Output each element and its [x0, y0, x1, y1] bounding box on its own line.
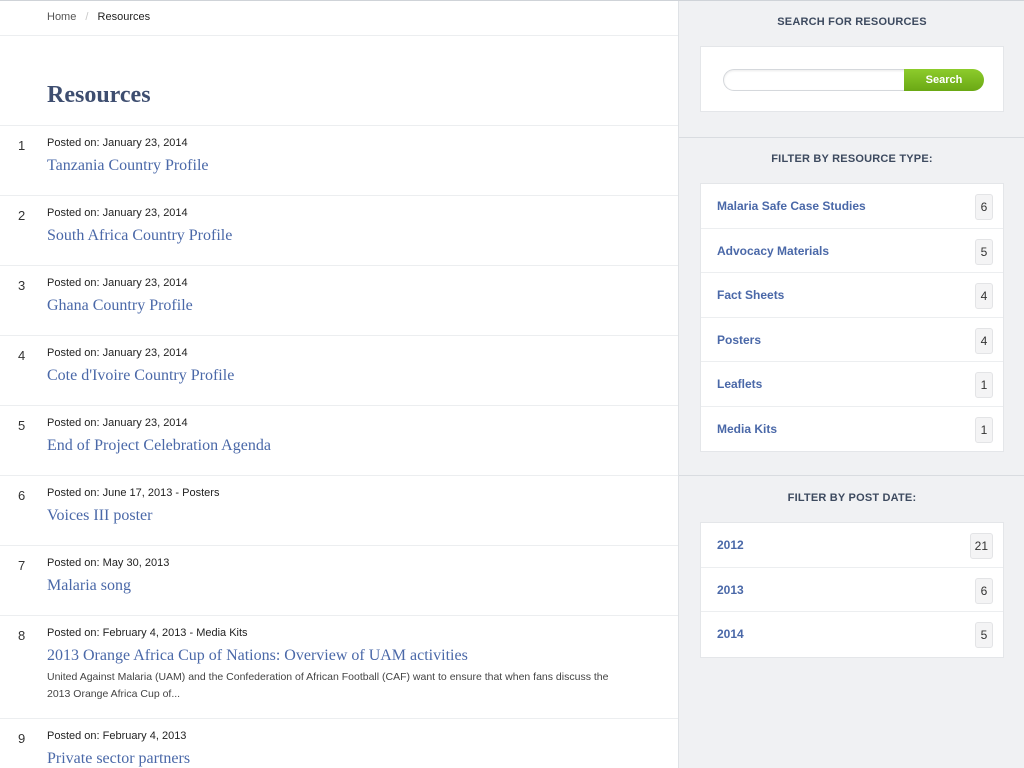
filter-count-badge: 4 [975, 327, 993, 354]
filter-label[interactable]: Leaflets [717, 377, 762, 391]
filter-item-2014[interactable]: 2014 5 [701, 612, 1003, 657]
resource-number: 3 [18, 278, 26, 293]
resource-title-link[interactable]: Ghana Country Profile [47, 297, 193, 315]
resource-item: 9 Posted on: February 4, 2013 Private se… [0, 719, 678, 768]
search-box: Search [700, 46, 1004, 112]
resource-item: 8 Posted on: February 4, 2013 - Media Ki… [0, 616, 678, 719]
sidebar: SEARCH FOR RESOURCES Search FILTER BY RE… [678, 1, 1024, 768]
page-title: Resources [0, 36, 678, 126]
resource-title-link[interactable]: South Africa Country Profile [47, 227, 232, 245]
filter-count-badge: 1 [975, 416, 993, 443]
resource-item: 5 Posted on: January 23, 2014 End of Pro… [0, 406, 678, 476]
post-date-filter: FILTER BY POST DATE: 2012 21 2013 6 2014… [679, 476, 1024, 768]
filter-label[interactable]: Media Kits [717, 422, 777, 436]
resource-meta: Posted on: February 4, 2013 [47, 730, 187, 742]
resource-number: 8 [18, 628, 26, 643]
resource-meta: Posted on: January 23, 2014 [47, 207, 188, 219]
filter-item-media-kits[interactable]: Media Kits 1 [701, 407, 1003, 452]
resource-meta: Posted on: May 30, 2013 [47, 557, 170, 569]
filter-item-advocacy-materials[interactable]: Advocacy Materials 5 [701, 229, 1003, 273]
resource-number: 7 [18, 558, 26, 573]
search-button[interactable]: Search [904, 69, 984, 91]
filter-label[interactable]: Malaria Safe Case Studies [717, 199, 866, 213]
filter-count-badge: 6 [975, 194, 993, 220]
filter-item-posters[interactable]: Posters 4 [701, 318, 1003, 362]
breadcrumb-home-link[interactable]: Home [47, 11, 76, 23]
resource-item: 2 Posted on: January 23, 2014 South Afri… [0, 196, 678, 266]
filter-label[interactable]: Advocacy Materials [717, 244, 829, 258]
filter-label[interactable]: Fact Sheets [717, 288, 784, 302]
resource-item: 4 Posted on: January 23, 2014 Cote d'Ivo… [0, 336, 678, 406]
resource-type-filter: FILTER BY RESOURCE TYPE: Malaria Safe Ca… [679, 138, 1024, 475]
resource-number: 5 [18, 418, 26, 433]
breadcrumb-separator: / [85, 11, 89, 23]
resource-title-link[interactable]: Malaria song [47, 577, 131, 595]
search-section: SEARCH FOR RESOURCES Search [679, 1, 1024, 137]
filter-count-badge: 1 [975, 372, 993, 398]
filter-label[interactable]: Posters [717, 333, 761, 347]
filter-count-badge: 6 [975, 577, 993, 604]
resource-type-list: Malaria Safe Case Studies 6 Advocacy Mat… [700, 183, 1004, 452]
resource-meta: Posted on: January 23, 2014 [47, 137, 188, 149]
search-heading: SEARCH FOR RESOURCES [777, 16, 927, 28]
filter-label[interactable]: 2012 [717, 538, 744, 552]
resource-meta: Posted on: June 17, 2013 - Posters [47, 487, 220, 499]
resource-meta: Posted on: January 23, 2014 [47, 417, 188, 429]
resource-item: 7 Posted on: May 30, 2013 Malaria song [0, 546, 678, 616]
filter-item-2013[interactable]: 2013 6 [701, 568, 1003, 612]
filter-count-badge: 4 [975, 283, 993, 309]
filter-count-badge: 21 [969, 533, 993, 559]
post-date-heading: FILTER BY POST DATE: [787, 492, 917, 504]
filter-label[interactable]: 2014 [717, 627, 744, 641]
resource-number: 2 [18, 208, 26, 223]
resource-meta: Posted on: February 4, 2013 - Media Kits [47, 627, 248, 639]
filter-label[interactable]: 2013 [717, 583, 744, 597]
breadcrumb: Home / Resources [0, 1, 678, 36]
resource-item: 1 Posted on: January 23, 2014 Tanzania C… [0, 126, 678, 196]
breadcrumb-current: Resources [97, 11, 151, 23]
filter-count-badge: 5 [975, 622, 993, 648]
resource-number: 4 [18, 348, 26, 363]
resource-number: 1 [18, 138, 26, 153]
resource-number: 6 [18, 488, 26, 503]
search-input[interactable] [723, 69, 913, 91]
resource-item: 6 Posted on: June 17, 2013 - Posters Voi… [0, 476, 678, 546]
resource-list: 1 Posted on: January 23, 2014 Tanzania C… [0, 126, 678, 768]
resource-title-link[interactable]: End of Project Celebration Agenda [47, 437, 271, 455]
resource-item: 3 Posted on: January 23, 2014 Ghana Coun… [0, 266, 678, 336]
resource-title-link[interactable]: Cote d'Ivoire Country Profile [47, 367, 234, 385]
filter-item-malaria-safe-case-studies[interactable]: Malaria Safe Case Studies 6 [701, 184, 1003, 229]
post-date-list: 2012 21 2013 6 2014 5 [700, 522, 1004, 658]
resource-number: 9 [18, 731, 26, 746]
filter-item-leaflets[interactable]: Leaflets 1 [701, 362, 1003, 407]
filter-item-fact-sheets[interactable]: Fact Sheets 4 [701, 273, 1003, 318]
resource-type-heading: FILTER BY RESOURCE TYPE: [771, 153, 933, 165]
resource-title-link[interactable]: Private sector partners [47, 750, 190, 768]
main-content: Home / Resources Resources 1 Posted on: … [0, 1, 678, 768]
resource-meta: Posted on: January 23, 2014 [47, 277, 188, 289]
resource-excerpt: United Against Malaria (UAM) and the Con… [47, 671, 609, 700]
filter-item-2012[interactable]: 2012 21 [701, 523, 1003, 568]
filter-count-badge: 5 [975, 238, 993, 265]
resource-title-link[interactable]: Tanzania Country Profile [47, 157, 209, 175]
resource-meta: Posted on: January 23, 2014 [47, 347, 188, 359]
resource-title-link[interactable]: 2013 Orange Africa Cup of Nations: Overv… [47, 647, 468, 665]
resource-title-link[interactable]: Voices III poster [47, 507, 152, 525]
